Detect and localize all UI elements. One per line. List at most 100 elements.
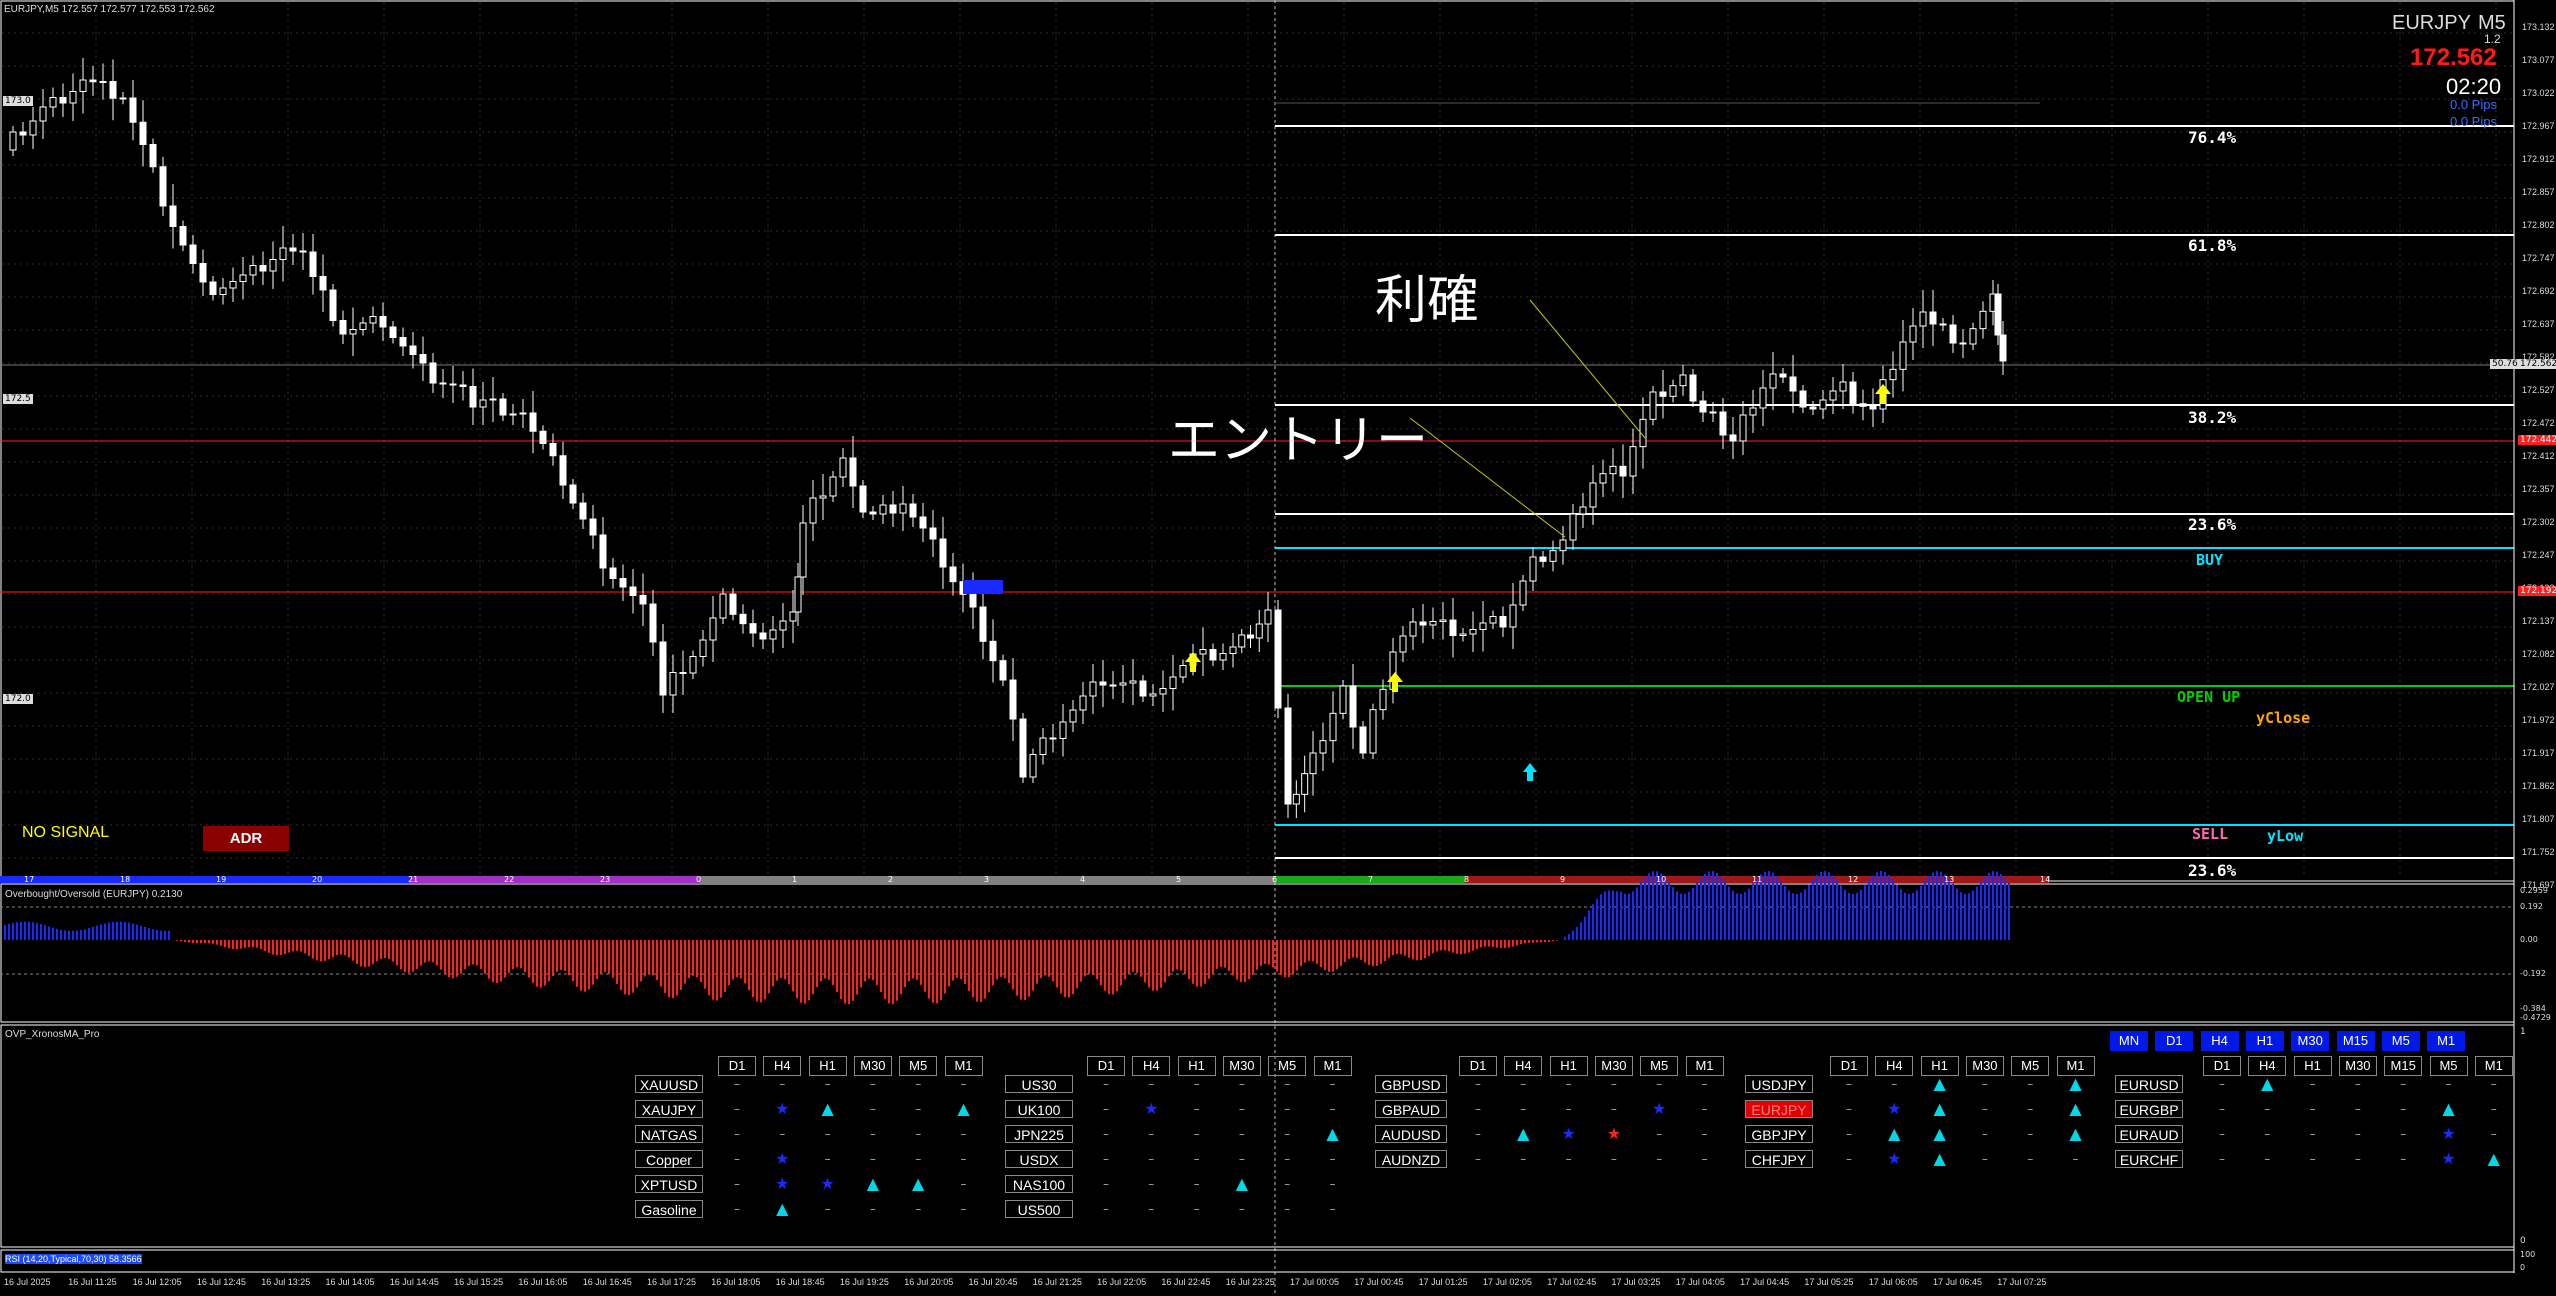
top-tf-mn[interactable]: MN xyxy=(2110,1031,2148,1051)
tf-header-h1[interactable]: H1 xyxy=(808,1056,847,1076)
symbol-button-usdjpy[interactable]: USDJPY xyxy=(1745,1075,1813,1093)
signal-neutral: – xyxy=(1701,1077,1708,1091)
symbol-button-uk100[interactable]: UK100 xyxy=(1005,1100,1073,1118)
open-up-label: OPEN UP xyxy=(2177,688,2241,706)
symbol-button-gasoline[interactable]: Gasoline xyxy=(635,1200,703,1218)
signal-star-blue: ★ xyxy=(1887,1149,1902,1168)
signal-neutral: – xyxy=(2354,1102,2361,1116)
session-label: 23 xyxy=(600,875,611,884)
symbol-button-audnzd[interactable]: AUDNZD xyxy=(1375,1150,1447,1168)
tf-header-m1[interactable]: M1 xyxy=(2056,1056,2095,1076)
symbol-button-xauusd[interactable]: XAUUSD xyxy=(635,1075,703,1093)
signal-star-blue: ★ xyxy=(775,1174,790,1193)
tf-header-d1[interactable]: D1 xyxy=(1459,1056,1497,1076)
tf-header-h4[interactable]: H4 xyxy=(1875,1056,1914,1076)
top-tf-m15[interactable]: M15 xyxy=(2336,1031,2375,1051)
symbol-button-copper[interactable]: Copper xyxy=(635,1150,703,1168)
tf-header-d1[interactable]: D1 xyxy=(2203,1056,2241,1076)
time-axis-label: 16 Jul 18:45 xyxy=(775,1277,825,1287)
symbol-button-eurjpy[interactable]: EURJPY xyxy=(1745,1100,1813,1118)
tf-header-h4[interactable]: H4 xyxy=(1132,1056,1171,1076)
signal-neutral: – xyxy=(1846,1127,1852,1141)
symbol-button-usdx[interactable]: USDX xyxy=(1005,1150,1073,1168)
signal-neutral: – xyxy=(824,1077,831,1091)
symbol-button-jpn225[interactable]: JPN225 xyxy=(1005,1125,1073,1143)
tf-header-h4[interactable]: H4 xyxy=(763,1056,802,1076)
tf-header-m5[interactable]: M5 xyxy=(1640,1056,1679,1076)
tf-header-m30[interactable]: M30 xyxy=(1594,1056,1633,1076)
symbol-button-gbpusd[interactable]: GBPUSD xyxy=(1375,1075,1447,1093)
signal-star-blue: ★ xyxy=(775,1149,790,1168)
signal-neutral: – xyxy=(824,1127,831,1141)
price-axis-label: 172.357 xyxy=(2522,484,2555,494)
tf-header-m30[interactable]: M30 xyxy=(1965,1056,2004,1076)
tf-header-m5[interactable]: M5 xyxy=(1268,1056,1307,1076)
signal-neutral: – xyxy=(734,1077,740,1091)
tf-header-m5[interactable]: M5 xyxy=(2429,1056,2468,1076)
signal-neutral: – xyxy=(960,1077,967,1091)
symbol-button-gbpaud[interactable]: GBPAUD xyxy=(1375,1100,1447,1118)
signal-neutral: – xyxy=(1520,1152,1527,1166)
osc-axis-label: -0.192 xyxy=(2520,969,2546,978)
arrow-up-yellow-1 xyxy=(1185,652,1201,672)
tf-header-m1[interactable]: M1 xyxy=(944,1056,983,1076)
top-tf-m5[interactable]: M5 xyxy=(2381,1031,2420,1051)
no-signal-label: NO SIGNAL xyxy=(22,824,110,841)
symbol-button-euraud[interactable]: EURAUD xyxy=(2115,1125,2183,1143)
signal-neutral: – xyxy=(1329,1152,1336,1166)
tf-header-d1[interactable]: D1 xyxy=(718,1056,756,1076)
time-axis-label: 16 Jul 11:25 xyxy=(68,1277,117,1287)
price-axis-red-upper-tag: 172.442 xyxy=(2518,435,2556,445)
symbol-button-natgas[interactable]: NATGAS xyxy=(635,1125,703,1143)
symbol-button-eurusd[interactable]: EURUSD xyxy=(2115,1075,2183,1093)
signal-neutral: – xyxy=(1193,1102,1200,1116)
symbol-button-eurgbp[interactable]: EURGBP xyxy=(2115,1100,2183,1118)
signal-neutral: – xyxy=(1103,1177,1109,1191)
symbol-button-us500[interactable]: US500 xyxy=(1005,1200,1073,1218)
tf-header-m30[interactable]: M30 xyxy=(2338,1056,2377,1076)
signal-triangle-up: ▲ xyxy=(1235,1174,1249,1193)
tf-header-m5[interactable]: M5 xyxy=(899,1056,938,1076)
tf-header-h1[interactable]: H1 xyxy=(2293,1056,2332,1076)
tf-header-m5[interactable]: M5 xyxy=(2011,1056,2050,1076)
signal-neutral: – xyxy=(1148,1202,1155,1216)
price-axis-label: 172.692 xyxy=(2522,286,2555,296)
top-tf-m1[interactable]: M1 xyxy=(2427,1031,2466,1051)
symbol-button-us30[interactable]: US30 xyxy=(1005,1075,1073,1093)
tf-header-m15[interactable]: M15 xyxy=(2384,1056,2423,1076)
tf-header-d1[interactable]: D1 xyxy=(1830,1056,1868,1076)
symbol-button-nas100[interactable]: NAS100 xyxy=(1005,1175,1073,1193)
time-axis-label: 16 Jul 13:25 xyxy=(261,1277,311,1287)
symbol-button-gbpjpy[interactable]: GBPJPY xyxy=(1745,1125,1813,1143)
tf-header-h1[interactable]: H1 xyxy=(1177,1056,1216,1076)
arrow-up-cyan xyxy=(1523,763,1537,781)
signal-triangle-up: ▲ xyxy=(776,1199,789,1218)
adr-button[interactable]: ADR xyxy=(203,826,289,851)
signal-neutral: – xyxy=(1238,1152,1245,1166)
tf-header-m1[interactable]: M1 xyxy=(2474,1056,2513,1076)
oscillator-histogram xyxy=(4,871,2010,1005)
session-label: 1 xyxy=(792,875,798,884)
top-tf-d1[interactable]: D1 xyxy=(2155,1031,2194,1051)
symbol-button-chfjpy[interactable]: CHFJPY xyxy=(1745,1150,1813,1168)
chart-info: EURJPY,M5 172.557 172.577 172.553 172.56… xyxy=(4,4,215,15)
symbol-button-eurchf[interactable]: EURCHF xyxy=(2115,1150,2183,1168)
symbol-button-xaujpy[interactable]: XAUJPY xyxy=(635,1100,703,1118)
top-tf-h4[interactable]: H4 xyxy=(2200,1031,2239,1051)
tf-header-m1[interactable]: M1 xyxy=(1685,1056,1724,1076)
symbol-button-xptusd[interactable]: XPTUSD xyxy=(635,1175,703,1193)
time-axis-label: 17 Jul 02:45 xyxy=(1547,1277,1597,1287)
tf-header-h4[interactable]: H4 xyxy=(2248,1056,2287,1076)
top-tf-m30[interactable]: M30 xyxy=(2291,1031,2330,1051)
signal-neutral: – xyxy=(1284,1077,1291,1091)
top-tf-h1[interactable]: H1 xyxy=(2245,1031,2284,1051)
signal-neutral: – xyxy=(960,1202,967,1216)
tf-header-h4[interactable]: H4 xyxy=(1504,1056,1543,1076)
tf-header-h1[interactable]: H1 xyxy=(1549,1056,1588,1076)
tf-header-m30[interactable]: M30 xyxy=(1222,1056,1261,1076)
symbol-button-audusd[interactable]: AUDUSD xyxy=(1375,1125,1447,1143)
tf-header-m1[interactable]: M1 xyxy=(1313,1056,1352,1076)
tf-header-m30[interactable]: M30 xyxy=(853,1056,892,1076)
tf-header-d1[interactable]: D1 xyxy=(1087,1056,1125,1076)
tf-header-h1[interactable]: H1 xyxy=(1920,1056,1959,1076)
